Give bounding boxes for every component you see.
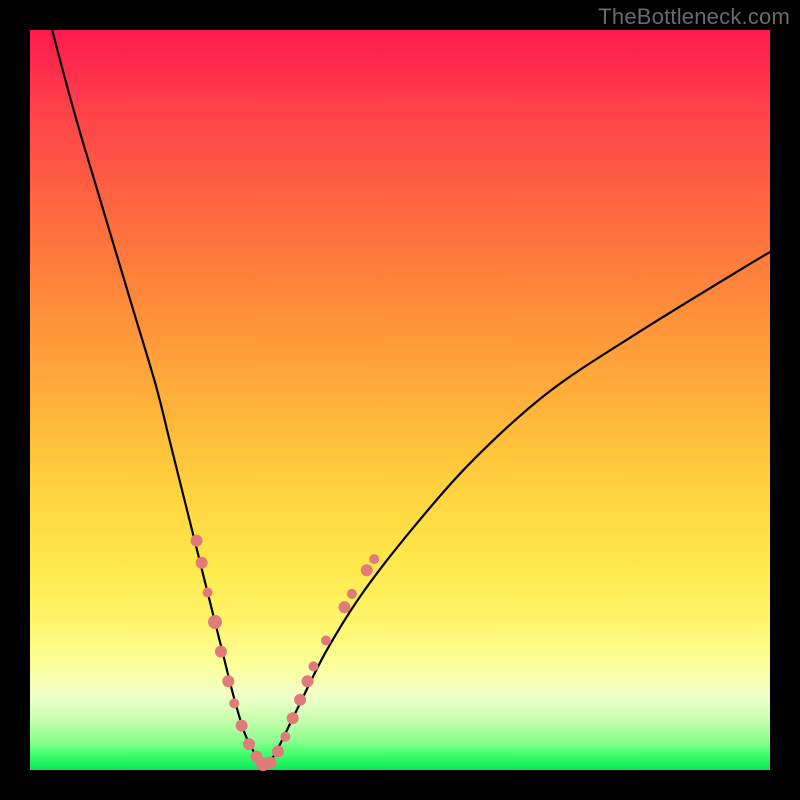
highlight-dot <box>280 732 290 742</box>
highlight-dot <box>196 557 208 569</box>
highlight-dots <box>191 535 380 771</box>
highlight-dot <box>294 694 306 706</box>
chart-frame: TheBottleneck.com <box>0 0 800 800</box>
highlight-dot <box>222 675 234 687</box>
highlight-dot <box>321 636 331 646</box>
highlight-dot <box>236 720 248 732</box>
highlight-dot <box>208 615 222 629</box>
highlight-dot <box>229 698 239 708</box>
bottleneck-curve <box>52 30 773 766</box>
highlight-dot <box>287 712 299 724</box>
highlight-dot <box>339 601 351 613</box>
plot-area <box>30 30 770 770</box>
highlight-dot <box>243 738 255 750</box>
highlight-dot <box>308 661 318 671</box>
highlight-dot <box>361 564 373 576</box>
highlight-dot <box>369 554 379 564</box>
curve-layer <box>30 30 770 770</box>
highlight-dot <box>265 757 277 769</box>
highlight-dot <box>215 646 227 658</box>
highlight-dot <box>347 589 357 599</box>
highlight-dot <box>272 746 284 758</box>
highlight-dot <box>203 587 213 597</box>
highlight-dot <box>302 675 314 687</box>
watermark-text: TheBottleneck.com <box>598 4 790 30</box>
highlight-dot <box>191 535 203 547</box>
